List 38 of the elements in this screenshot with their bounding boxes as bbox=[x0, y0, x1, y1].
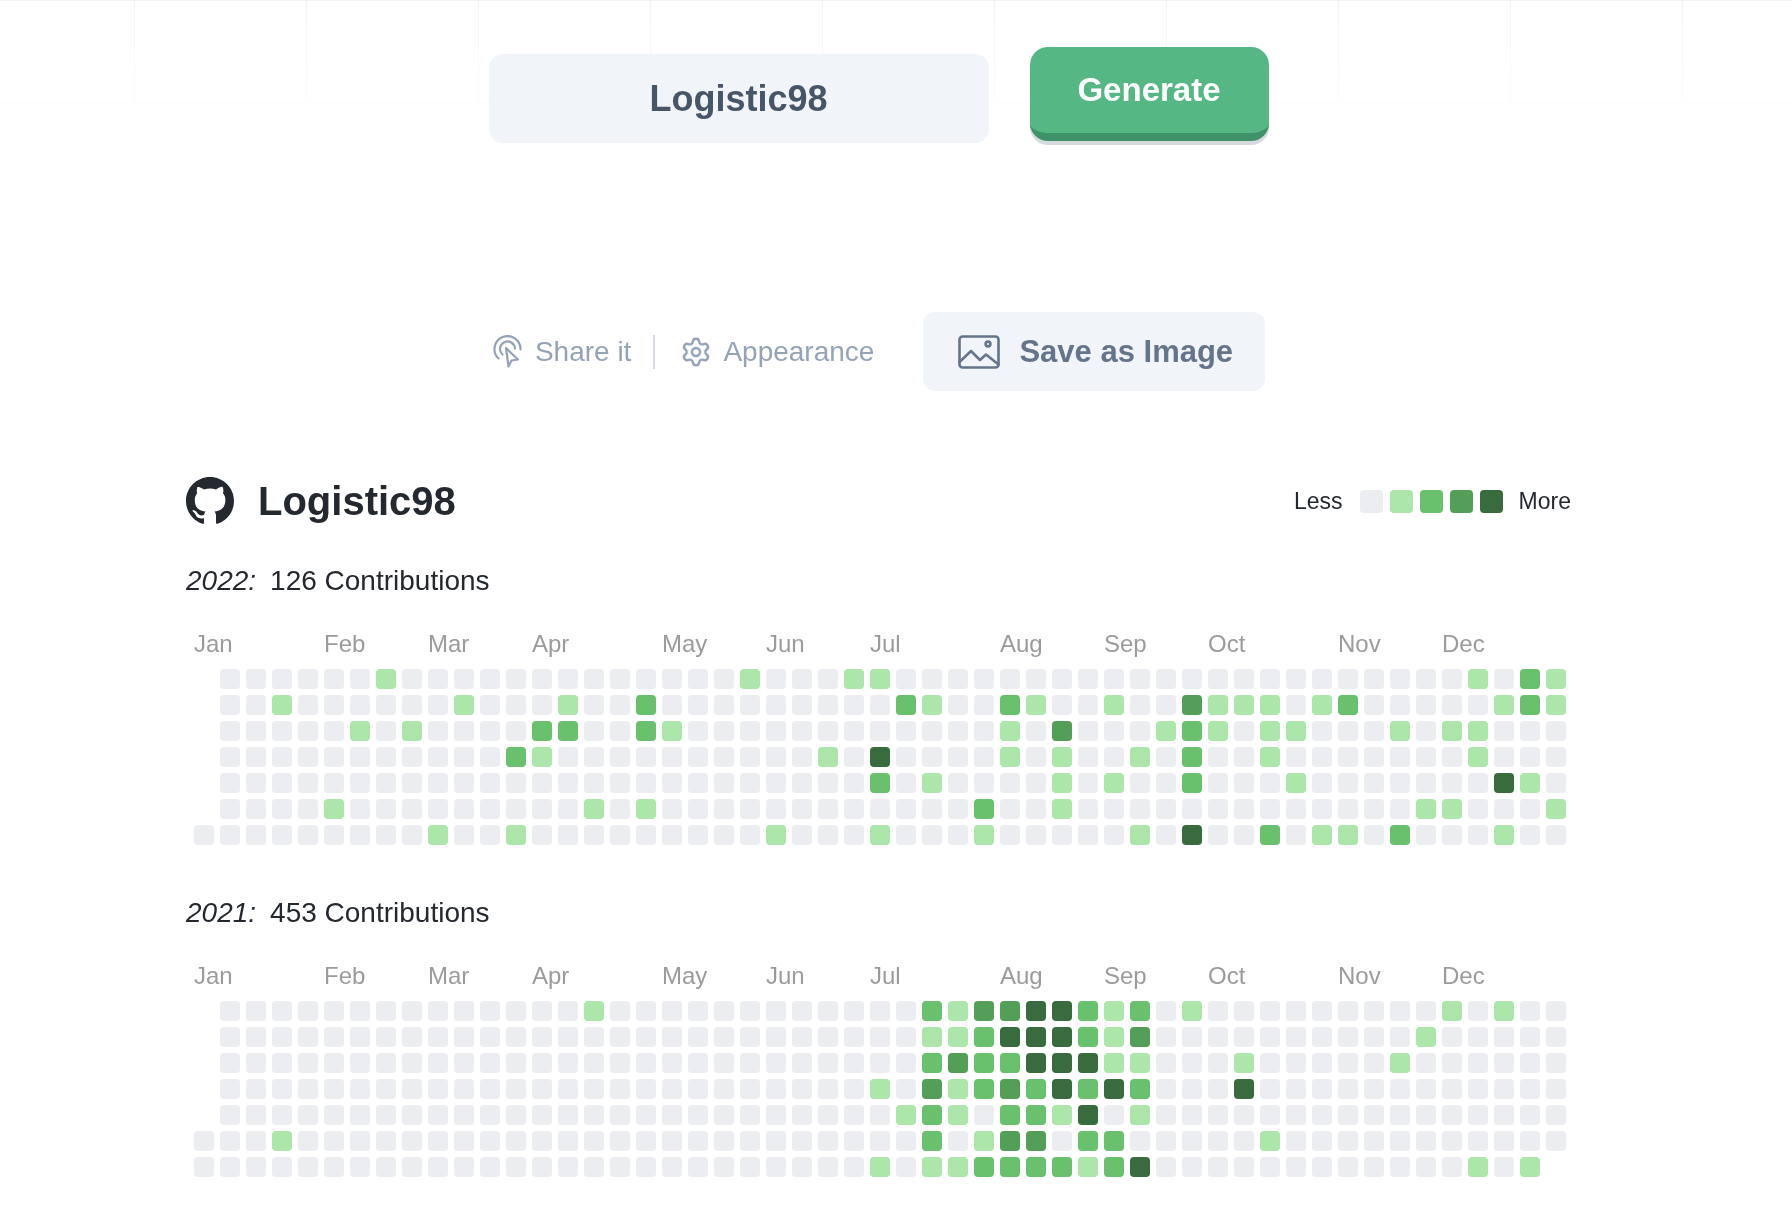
month-label: Dec bbox=[1442, 962, 1485, 990]
month-label: Aug bbox=[1000, 630, 1043, 658]
month-label: Feb bbox=[324, 630, 366, 658]
month-label: Sep bbox=[1104, 962, 1147, 990]
username-heading: Logistic98 bbox=[258, 478, 456, 525]
month-label: Jun bbox=[766, 962, 805, 990]
contribution-count: 126 Contributions bbox=[270, 564, 490, 598]
month-label: Mar bbox=[428, 962, 470, 990]
month-label: Oct bbox=[1208, 630, 1246, 658]
month-label: Nov bbox=[1338, 962, 1381, 990]
month-label: Sep bbox=[1104, 630, 1147, 658]
contribution-count: 453 Contributions bbox=[270, 896, 490, 930]
picture-icon bbox=[958, 334, 1001, 369]
appearance-button[interactable]: Appearance bbox=[680, 335, 875, 368]
month-label: Apr bbox=[532, 630, 570, 658]
month-label: Feb bbox=[324, 962, 366, 990]
cat-logo-icon bbox=[186, 477, 234, 525]
month-label: Jun bbox=[766, 630, 805, 658]
month-label: Nov bbox=[1338, 630, 1381, 658]
month-label: Jul bbox=[870, 962, 901, 990]
year-label: 2021: bbox=[186, 896, 257, 930]
save-image-button[interactable]: Save as Image bbox=[923, 312, 1266, 391]
month-label: Mar bbox=[428, 630, 470, 658]
username-field[interactable]: Logistic98 bbox=[488, 54, 989, 143]
cursor-click-icon bbox=[491, 334, 524, 369]
month-label: Oct bbox=[1208, 962, 1246, 990]
month-label: May bbox=[662, 630, 708, 658]
more-label: More bbox=[1518, 487, 1571, 515]
month-label: Jan bbox=[194, 630, 233, 658]
month-label: Dec bbox=[1442, 630, 1485, 658]
share-button[interactable]: Share it bbox=[491, 334, 632, 369]
month-label: Jan bbox=[194, 962, 233, 990]
month-label: Aug bbox=[1000, 962, 1043, 990]
month-label: Jul bbox=[870, 630, 901, 658]
month-label: Apr bbox=[532, 962, 570, 990]
year-label: 2022: bbox=[186, 564, 257, 598]
less-label: Less bbox=[1294, 487, 1343, 515]
month-label: May bbox=[662, 962, 708, 990]
